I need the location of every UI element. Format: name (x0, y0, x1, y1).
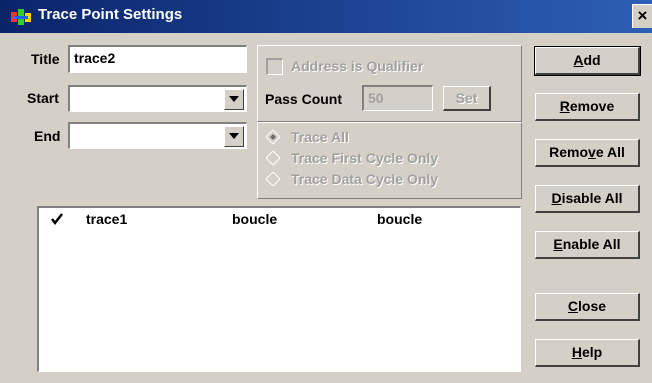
enable-all-button[interactable]: Enable All (535, 231, 640, 259)
help-button[interactable]: Help (535, 339, 640, 367)
window-title: Trace Point Settings (38, 6, 183, 23)
close-icon[interactable]: × (632, 4, 652, 28)
trace-start-cell: boucle (232, 211, 278, 227)
close-button[interactable]: Close (535, 293, 640, 321)
start-dropdown-button[interactable] (224, 89, 244, 110)
trace-name-cell: trace1 (86, 211, 128, 227)
chevron-down-icon (229, 96, 239, 102)
remove-button[interactable]: Remove (535, 93, 640, 121)
disable-all-button[interactable]: Disable All (535, 185, 640, 213)
pass-count-label: Pass Count (265, 91, 343, 107)
end-dropdown-button[interactable] (224, 126, 244, 147)
app-icon (11, 8, 33, 26)
title-input-value: trace2 (74, 50, 116, 66)
start-label: Start (27, 90, 59, 106)
chevron-down-icon (229, 133, 239, 139)
trace-first-cycle-label: Trace First Cycle Only (291, 150, 439, 166)
add-button[interactable]: Add (534, 46, 641, 76)
trace-all-label: Trace All (291, 129, 349, 145)
radio-unselected-icon[interactable] (265, 150, 281, 166)
trace-end-cell: boucle (377, 211, 423, 227)
title-label: Title (31, 51, 60, 67)
pass-count-input[interactable]: 50 (362, 85, 433, 111)
remove-all-button[interactable]: Remove All (535, 139, 640, 167)
table-row[interactable]: trace1 boucle boucle (39, 208, 519, 231)
title-input[interactable]: trace2 (68, 45, 247, 73)
trace-data-cycle-label: Trace Data Cycle Only (291, 171, 439, 187)
end-label: End (34, 128, 61, 144)
checkmark-icon[interactable] (50, 212, 64, 226)
radio-selected-icon[interactable] (265, 129, 281, 145)
start-combo[interactable] (68, 85, 247, 112)
start-combo-value (70, 87, 246, 93)
address-qualifier-checkbox[interactable] (266, 58, 283, 75)
end-combo[interactable] (68, 122, 247, 149)
set-button[interactable]: Set (443, 86, 491, 111)
radio-unselected-icon[interactable] (265, 171, 281, 187)
address-qualifier-label: Address is Qualifier (291, 58, 424, 74)
end-combo-value (70, 124, 246, 130)
pass-count-value: 50 (368, 90, 384, 106)
trace-list[interactable]: trace1 boucle boucle (37, 206, 521, 372)
